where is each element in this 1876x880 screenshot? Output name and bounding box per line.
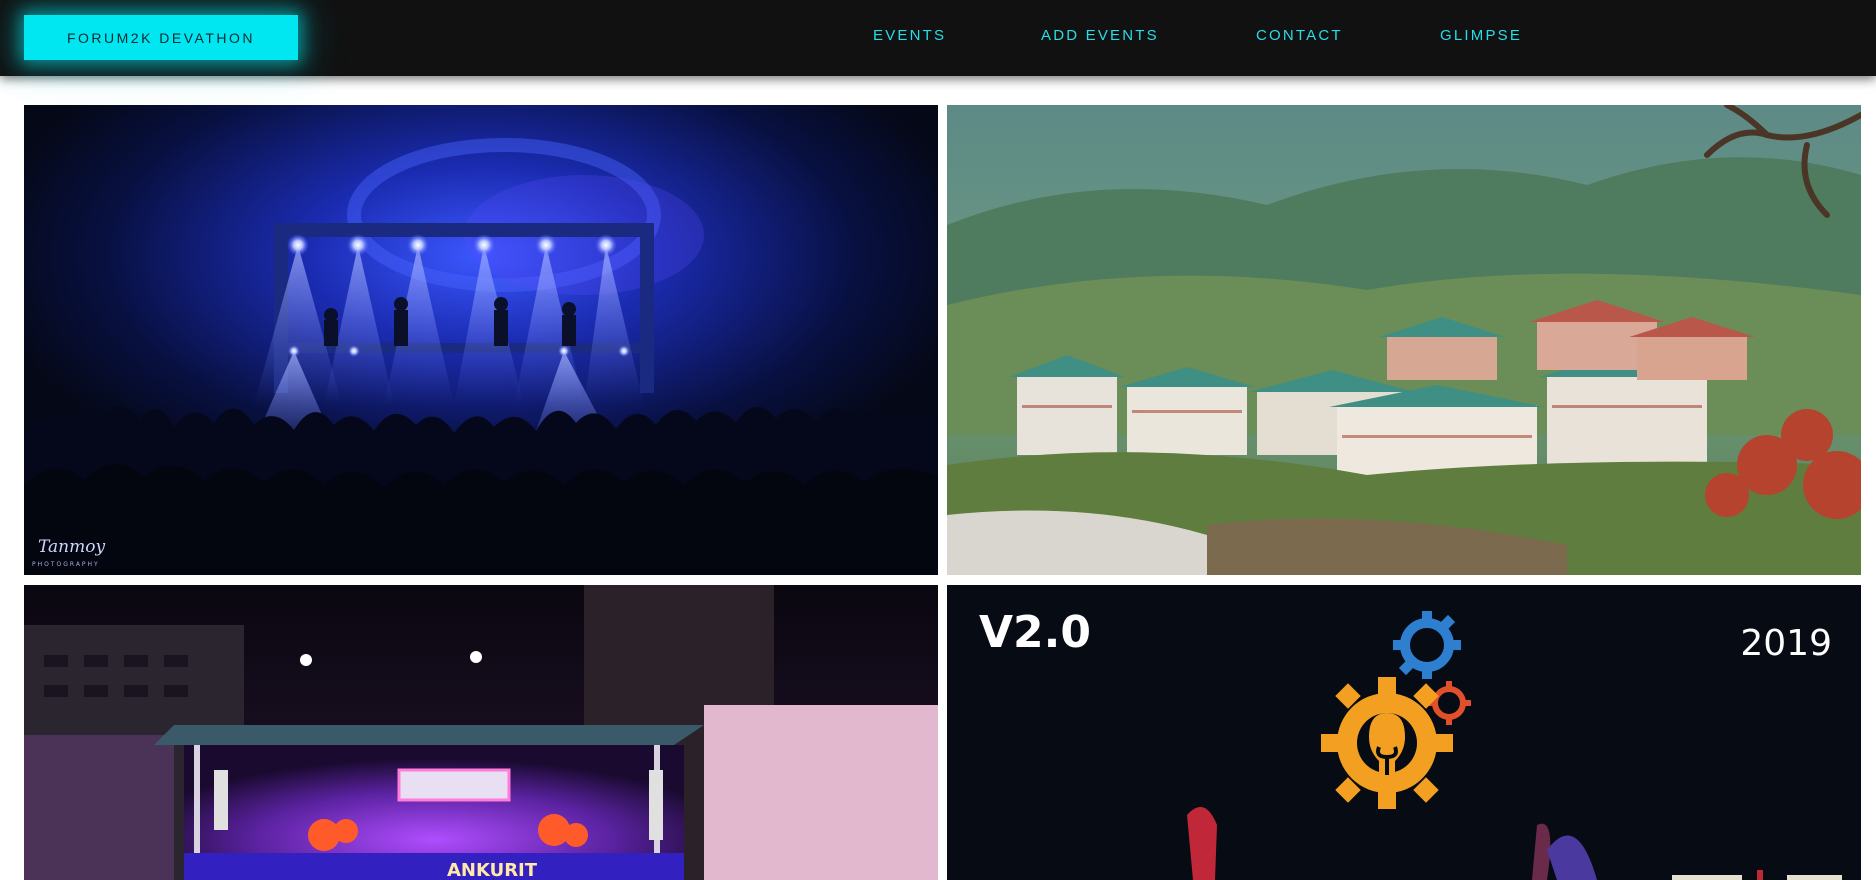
nav-link-events[interactable]: EVENTS bbox=[873, 27, 946, 47]
concert-photo: Tanmoy PHOTOGRAPHY bbox=[24, 105, 938, 575]
night-stage-photo: ANKURIT bbox=[24, 585, 938, 880]
image-gallery: Tanmoy PHOTOGRAPHY ANKURIT V2.0 2019 bbox=[0, 76, 1876, 880]
top-navbar: FORUM2K DEVATHON EVENTS ADD EVENTS CONTA… bbox=[0, 0, 1876, 76]
poster-year-text: 2019 bbox=[1740, 623, 1832, 664]
event-poster: V2.0 2019 bbox=[947, 585, 1861, 880]
stage-banner-text: ANKURIT bbox=[447, 860, 538, 880]
gallery-image-concert[interactable]: Tanmoy PHOTOGRAPHY bbox=[24, 105, 938, 575]
gallery-image-poster[interactable]: V2.0 2019 bbox=[947, 585, 1861, 880]
nav-link-glimpse[interactable]: GLIMPSE bbox=[1440, 27, 1522, 47]
poster-version-text: V2.0 bbox=[979, 607, 1091, 658]
nav-link-add-events[interactable]: ADD EVENTS bbox=[1041, 27, 1159, 47]
gallery-image-night-stage[interactable]: ANKURIT bbox=[24, 585, 938, 880]
photographer-watermark: Tanmoy bbox=[38, 537, 105, 557]
gallery-image-campus[interactable] bbox=[947, 105, 1861, 575]
photographer-watermark-sub: PHOTOGRAPHY bbox=[32, 561, 100, 568]
campus-photo bbox=[947, 105, 1861, 575]
brand-button[interactable]: FORUM2K DEVATHON bbox=[24, 15, 298, 60]
nav-link-contact[interactable]: CONTACT bbox=[1256, 27, 1343, 47]
